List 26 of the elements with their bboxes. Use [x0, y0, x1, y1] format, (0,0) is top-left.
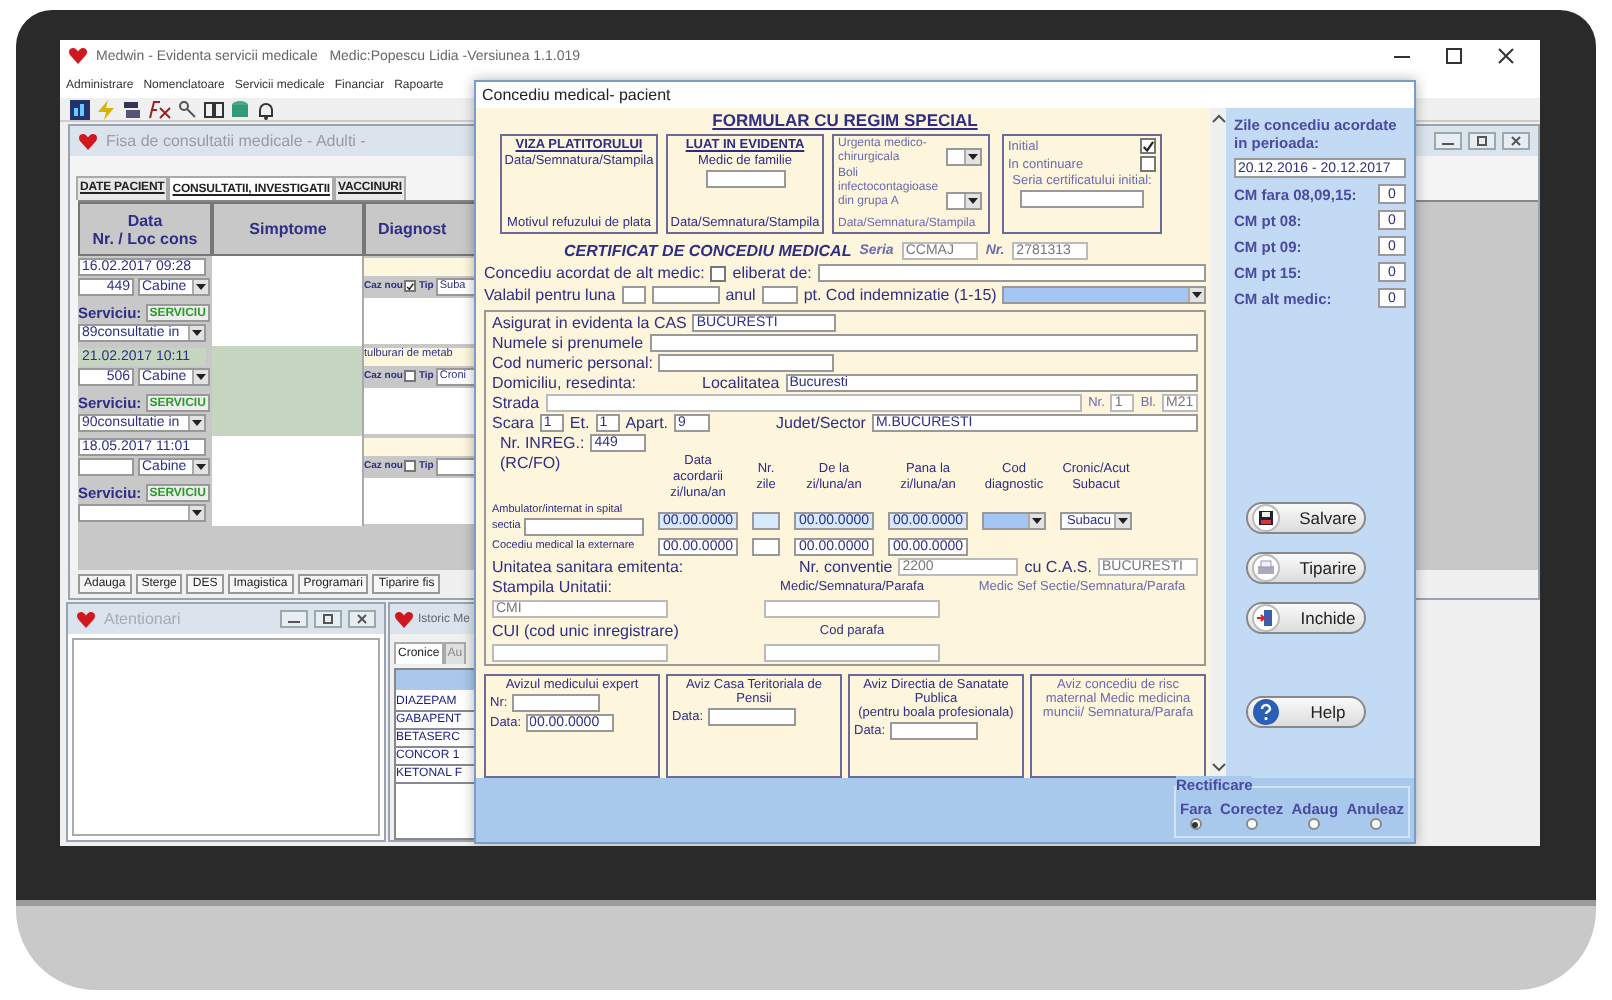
label: Judet/Sector — [776, 414, 866, 432]
label: (RC/FO) — [500, 454, 563, 472]
label: Apart. — [625, 414, 669, 432]
dialog-title: Concediu medical- pacient — [480, 84, 673, 108]
form-heading: FORMULAR CU REGIM SPECIAL — [710, 110, 980, 130]
window-title: Fisa de consultatii medicale - Adulti - — [106, 132, 366, 150]
column-header: Simptome — [212, 202, 364, 256]
label: Scara — [492, 414, 534, 432]
label: Localitatea — [702, 374, 780, 392]
label: anul — [725, 286, 756, 304]
label: Strada — [492, 394, 540, 412]
label: Asigurat in evidenta la CAS — [492, 314, 687, 332]
window-title: Atentionari — [104, 610, 181, 628]
label: Stampila Unitatii: — [492, 578, 615, 596]
label: Nr. conventie — [799, 558, 893, 576]
label: pt. Cod indemnizatie (1-15) — [803, 286, 997, 304]
label: CUI (cod unic inregistrare) — [492, 622, 681, 640]
column-header: Data Nr. / Loc cons — [78, 202, 212, 256]
label: Et. — [569, 414, 590, 432]
label: Domiciliu, resedinta: — [492, 374, 637, 392]
label: Numele si prenumele — [492, 334, 644, 352]
label: cu C.A.S. — [1024, 558, 1092, 576]
label: Concediu acordat de alt medic: — [484, 264, 705, 282]
label: eliberat de: — [732, 264, 812, 282]
label: Unitatea sanitara emitenta: — [492, 558, 684, 576]
label: Nr. INREG.: — [500, 434, 585, 452]
